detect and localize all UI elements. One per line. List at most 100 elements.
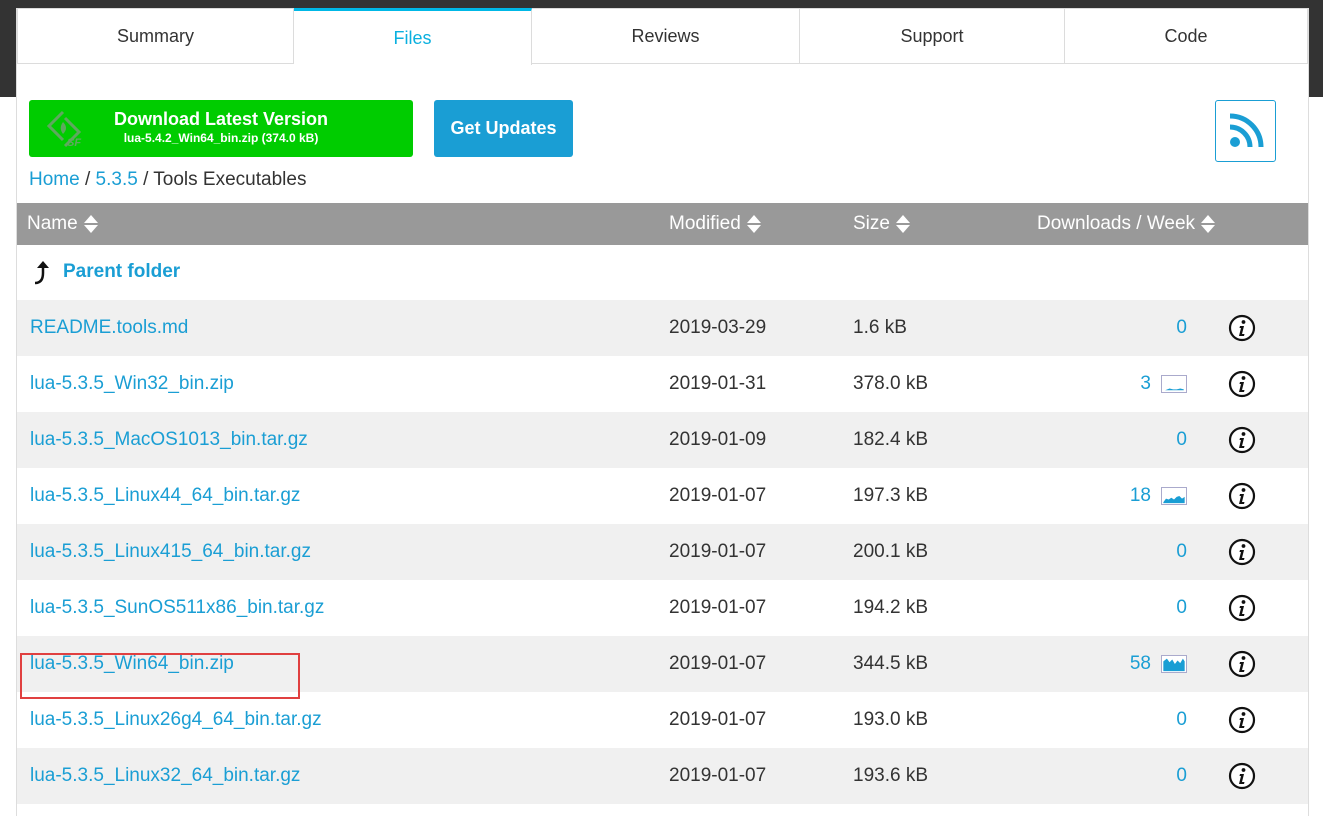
file-modified: 2019-01-31 bbox=[669, 373, 767, 394]
project-tabs: Summary Files Reviews Support Code bbox=[17, 8, 1308, 65]
info-icon[interactable] bbox=[1228, 370, 1256, 398]
downloads-count-link[interactable]: 0 bbox=[1176, 429, 1187, 451]
info-icon[interactable] bbox=[1228, 538, 1256, 566]
column-name-label: Name bbox=[27, 213, 78, 234]
info-icon[interactable] bbox=[1228, 706, 1256, 734]
table-row: lua-5.3.5_Win64_bin.zip 2019-01-07 344.5 k… bbox=[17, 636, 1308, 692]
downloads-count-link[interactable]: 3 bbox=[1140, 373, 1151, 395]
file-modified: 2019-01-07 bbox=[669, 765, 767, 786]
file-name-link[interactable]: lua-5.3.5_Linux44_64_bin.tar.gz bbox=[30, 468, 300, 524]
downloads-count-link[interactable]: 0 bbox=[1176, 709, 1187, 731]
info-icon[interactable] bbox=[1228, 762, 1256, 790]
file-modified: 2019-01-07 bbox=[669, 653, 767, 674]
parent-folder-link[interactable]: Parent folder bbox=[33, 259, 180, 285]
file-downloads: 0 bbox=[1176, 748, 1187, 804]
downloads-count-link[interactable]: 58 bbox=[1130, 653, 1151, 675]
breadcrumb: Home / 5.3.5 / Tools Executables bbox=[29, 169, 306, 191]
tab-files[interactable]: Files bbox=[294, 8, 532, 65]
download-sparkline-icon[interactable] bbox=[1161, 375, 1187, 393]
column-modified-label: Modified bbox=[669, 213, 741, 234]
file-modified: 2019-01-07 bbox=[669, 485, 767, 506]
column-downloads-label: Downloads / Week bbox=[1037, 213, 1196, 234]
file-name-link[interactable]: lua-5.3.5_Linux26g4_64_bin.tar.gz bbox=[30, 692, 322, 748]
files-panel: Summary Files Reviews Support Code SF Do… bbox=[16, 8, 1309, 816]
up-arrow-icon bbox=[34, 261, 49, 285]
sort-icon bbox=[895, 214, 910, 234]
column-size-header[interactable]: Size bbox=[853, 203, 910, 245]
file-size: 194.2 kB bbox=[853, 597, 928, 618]
sort-icon bbox=[746, 214, 761, 234]
file-size: 197.3 kB bbox=[853, 485, 928, 506]
breadcrumb-current: Tools Executables bbox=[153, 169, 307, 190]
file-downloads: 18 bbox=[1130, 468, 1187, 524]
file-name-link[interactable]: lua-5.3.5_Win32_bin.zip bbox=[30, 356, 234, 412]
column-size-label: Size bbox=[853, 213, 890, 234]
downloads-count-link[interactable]: 18 bbox=[1130, 485, 1151, 507]
parent-folder-row: Parent folder bbox=[17, 245, 1308, 301]
file-modified: 2019-01-09 bbox=[669, 429, 767, 450]
breadcrumb-version[interactable]: 5.3.5 bbox=[96, 169, 138, 190]
table-row: lua-5.3.5_SunOS511x86_bin.tar.gz 2019-01-… bbox=[17, 580, 1308, 636]
rss-button[interactable] bbox=[1215, 100, 1276, 162]
table-row: lua-5.3.5_Linux32_64_bin.tar.gz 2019-01-0… bbox=[17, 748, 1308, 804]
download-sparkline-icon[interactable] bbox=[1161, 487, 1187, 505]
breadcrumb-home[interactable]: Home bbox=[29, 169, 80, 190]
downloads-count-link[interactable]: 0 bbox=[1176, 541, 1187, 563]
sort-icon bbox=[1201, 214, 1216, 234]
file-modified: 2019-03-29 bbox=[669, 317, 767, 338]
downloads-count-link[interactable]: 0 bbox=[1176, 597, 1187, 619]
download-filename: lua-5.4.2_Win64_bin.zip (374.0 kB) bbox=[123, 131, 319, 145]
file-name-link[interactable]: lua-5.3.5_MacOS1013_bin.tar.gz bbox=[30, 412, 308, 468]
download-latest-button[interactable]: SF Download Latest Version lua-5.4.2_Win… bbox=[29, 100, 413, 157]
file-name-link[interactable]: lua-5.3.5_SunOS511x86_bin.tar.gz bbox=[30, 580, 324, 636]
file-size: 344.5 kB bbox=[853, 653, 928, 674]
file-size: 378.0 kB bbox=[853, 373, 928, 394]
get-updates-button[interactable]: Get Updates bbox=[434, 100, 573, 157]
table-row: lua-5.3.5_Linux415_64_bin.tar.gz 2019-01-… bbox=[17, 524, 1308, 580]
parent-folder-label: Parent folder bbox=[63, 261, 181, 282]
file-size: 200.1 kB bbox=[853, 541, 928, 562]
file-modified: 2019-01-07 bbox=[669, 541, 767, 562]
file-downloads: 0 bbox=[1176, 524, 1187, 580]
file-downloads: 0 bbox=[1176, 580, 1187, 636]
column-modified-header[interactable]: Modified bbox=[669, 203, 761, 245]
download-sparkline-icon[interactable] bbox=[1161, 655, 1187, 673]
file-downloads: 58 bbox=[1130, 636, 1187, 692]
info-icon[interactable] bbox=[1228, 650, 1256, 678]
breadcrumb-separator: / bbox=[84, 169, 91, 190]
file-name-link[interactable]: README.tools.md bbox=[30, 300, 188, 356]
table-row: README.tools.md 2019-03-29 1.6 kB 0 bbox=[17, 300, 1308, 356]
table-row: lua-5.3.5_Win32_bin.zip 2019-01-31 378.0 k… bbox=[17, 356, 1308, 412]
downloads-count-link[interactable]: 0 bbox=[1176, 765, 1187, 787]
download-title: Download Latest Version bbox=[113, 109, 329, 129]
table-row: lua-5.3.5_MacOS1013_bin.tar.gz 2019-01-09… bbox=[17, 412, 1308, 468]
tab-code[interactable]: Code bbox=[1065, 8, 1308, 64]
table-row: lua-5.3.5_Linux26g4_64_bin.tar.gz 2019-01… bbox=[17, 692, 1308, 748]
file-modified: 2019-01-07 bbox=[669, 709, 767, 730]
column-name-header[interactable]: Name bbox=[27, 203, 98, 245]
info-icon[interactable] bbox=[1228, 426, 1256, 454]
tab-support[interactable]: Support bbox=[800, 8, 1065, 64]
file-size: 1.6 kB bbox=[853, 317, 907, 338]
tab-summary[interactable]: Summary bbox=[17, 8, 294, 64]
breadcrumb-separator: / bbox=[143, 169, 149, 190]
file-name-link[interactable]: lua-5.3.5_Win64_bin.zip bbox=[30, 636, 234, 692]
file-downloads: 0 bbox=[1176, 692, 1187, 748]
info-icon[interactable] bbox=[1228, 594, 1256, 622]
column-downloads-header[interactable]: Downloads / Week bbox=[1037, 203, 1216, 245]
file-size: 193.6 kB bbox=[853, 765, 928, 786]
file-downloads: 0 bbox=[1176, 300, 1187, 356]
file-name-link[interactable]: lua-5.3.5_Linux415_64_bin.tar.gz bbox=[30, 524, 311, 580]
file-downloads: 3 bbox=[1140, 356, 1187, 412]
file-modified: 2019-01-07 bbox=[669, 597, 767, 618]
downloads-count-link[interactable]: 0 bbox=[1176, 317, 1187, 339]
file-name-link[interactable]: lua-5.3.5_Linux32_64_bin.tar.gz bbox=[30, 748, 300, 804]
info-icon[interactable] bbox=[1228, 482, 1256, 510]
rss-icon bbox=[1229, 113, 1263, 148]
sort-icon bbox=[83, 214, 98, 234]
tab-reviews[interactable]: Reviews bbox=[532, 8, 800, 64]
info-icon[interactable] bbox=[1228, 314, 1256, 342]
table-row: lua-5.3.5_Linux44_64_bin.tar.gz 2019-01-0… bbox=[17, 468, 1308, 524]
file-size: 182.4 kB bbox=[853, 429, 928, 450]
file-downloads: 0 bbox=[1176, 412, 1187, 468]
